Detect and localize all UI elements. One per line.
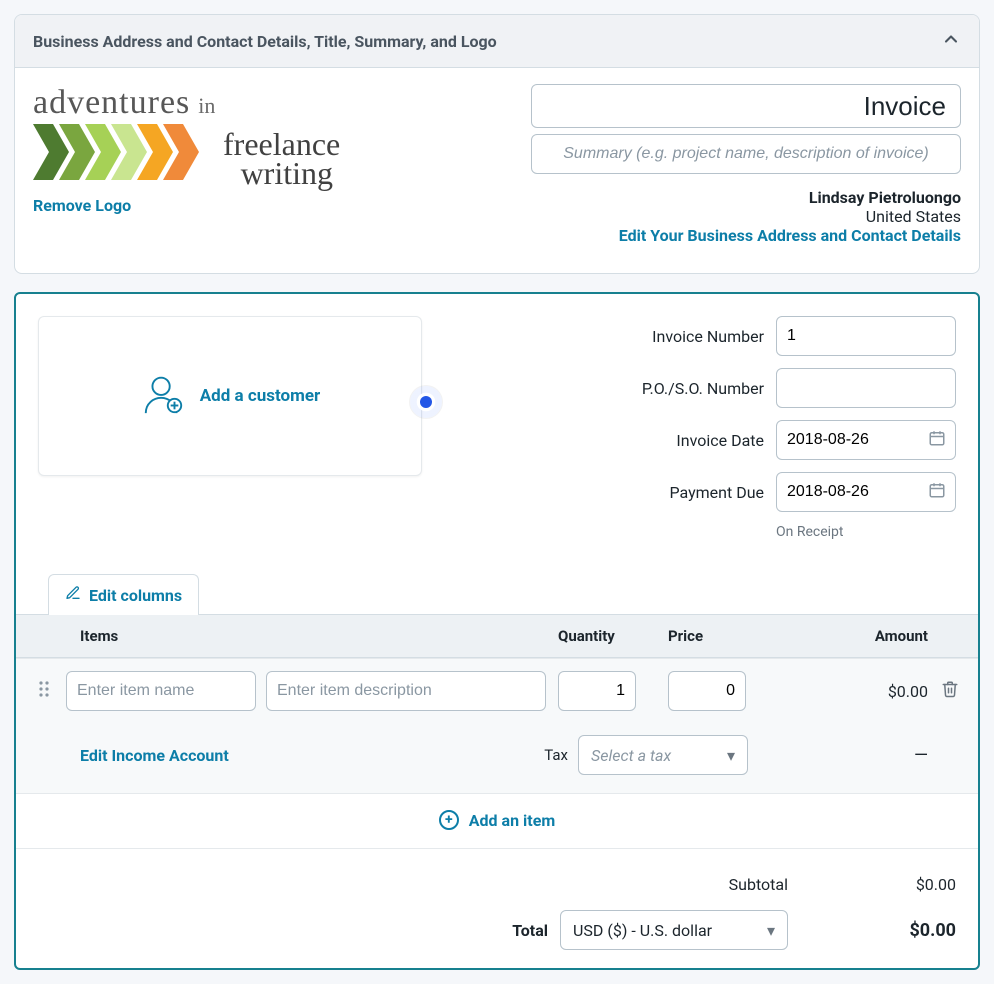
delete-item-button[interactable]: [928, 680, 972, 702]
invoice-date-label: Invoice Date: [676, 431, 764, 450]
table-row-wrap: $0.00 Edit Income Account Tax Select a t…: [16, 658, 978, 794]
accordion-header[interactable]: Business Address and Contact Details, Ti…: [15, 15, 979, 68]
calendar-icon[interactable]: [928, 481, 946, 503]
invoice-top: Add a customer Invoice Number P.O./S.O. …: [16, 294, 978, 550]
subtotal-value: $0.00: [788, 875, 956, 894]
po-number-label: P.O./S.O. Number: [642, 379, 764, 398]
business-name: Lindsay Pietroluongo: [531, 188, 961, 207]
business-location: United States: [531, 207, 961, 226]
th-price: Price: [668, 627, 778, 645]
invoice-summary-input[interactable]: [531, 134, 961, 174]
logo-section: adventures in freelance writing Remove L…: [33, 84, 333, 245]
invoice-title-input[interactable]: [531, 84, 961, 128]
edit-income-account-link[interactable]: Edit Income Account: [66, 746, 518, 765]
item-amount: $0.00: [778, 682, 928, 701]
totals-section: Subtotal $0.00 Total USD ($) - U.S. doll…: [16, 849, 978, 968]
edit-business-details-link[interactable]: Edit Your Business Address and Contact D…: [619, 226, 961, 245]
line-items-table: Items Quantity Price Amount $0.00: [16, 614, 978, 849]
accordion-title: Business Address and Contact Details, Ti…: [33, 32, 497, 51]
logo-text-adventures: adventures: [33, 84, 190, 122]
pencil-icon: [65, 585, 81, 605]
item-price-input[interactable]: [668, 671, 746, 711]
edit-columns-label: Edit columns: [89, 586, 182, 605]
table-row-extra: Edit Income Account Tax Select a tax ▾ —: [22, 735, 972, 775]
currency-display: USD ($) - U.S. dollar: [573, 921, 712, 940]
invoice-card: Add a customer Invoice Number P.O./S.O. …: [14, 292, 980, 970]
tax-label: Tax: [518, 746, 578, 764]
invoice-number-input[interactable]: [776, 316, 956, 356]
total-value: $0.00: [788, 920, 956, 941]
caret-down-icon: ▾: [767, 921, 775, 940]
payment-due-hint: On Receipt: [776, 524, 956, 540]
add-customer-button[interactable]: Add a customer: [38, 316, 422, 476]
business-details: Lindsay Pietroluongo United States Edit …: [531, 188, 961, 245]
drag-handle-icon[interactable]: [22, 680, 66, 702]
item-quantity-input[interactable]: [558, 671, 636, 711]
item-description-input[interactable]: [266, 671, 546, 711]
total-label: Total: [38, 921, 548, 940]
po-number-input[interactable]: [776, 368, 956, 408]
add-item-button[interactable]: + Add an item: [16, 794, 978, 849]
add-item-label: Add an item: [469, 811, 555, 830]
th-amount: Amount: [778, 627, 928, 645]
focus-indicator-icon: [410, 386, 442, 418]
invoice-number-row: Invoice Number: [642, 316, 956, 356]
business-logo: adventures in freelance writing: [33, 84, 333, 188]
tax-amount: —: [778, 745, 928, 766]
calendar-icon[interactable]: [928, 429, 946, 451]
item-name-input[interactable]: [66, 671, 256, 711]
invoice-date-row: Invoice Date: [642, 420, 956, 460]
currency-select[interactable]: USD ($) - U.S. dollar ▾: [560, 910, 788, 950]
business-details-card: Business Address and Contact Details, Ti…: [14, 14, 980, 274]
person-add-icon: [140, 371, 186, 422]
logo-script: freelance writing: [223, 130, 333, 188]
tax-select-placeholder: Select a tax: [591, 746, 671, 765]
tax-select[interactable]: Select a tax ▾: [578, 735, 748, 775]
logo-text-in: in: [198, 93, 215, 119]
subtotal-label: Subtotal: [548, 875, 788, 894]
invoice-meta-fields: Invoice Number P.O./S.O. Number Invoice …: [642, 316, 956, 540]
remove-logo-link[interactable]: Remove Logo: [33, 196, 131, 215]
subtotal-row: Subtotal $0.00: [38, 867, 956, 902]
add-customer-label: Add a customer: [200, 386, 320, 406]
title-section: Lindsay Pietroluongo United States Edit …: [531, 84, 961, 245]
caret-down-icon: ▾: [727, 746, 735, 765]
plus-circle-icon: +: [439, 810, 459, 830]
po-number-row: P.O./S.O. Number: [642, 368, 956, 408]
accordion-body: adventures in freelance writing Remove L…: [15, 68, 979, 273]
invoice-number-label: Invoice Number: [652, 327, 764, 346]
th-items: Items: [66, 627, 558, 645]
customer-section: Add a customer: [38, 316, 422, 476]
payment-due-label: Payment Due: [669, 483, 764, 502]
table-row: $0.00: [22, 671, 972, 711]
payment-due-row: Payment Due: [642, 472, 956, 512]
edit-columns-button[interactable]: Edit columns: [48, 574, 199, 615]
chevron-up-icon: [941, 29, 961, 53]
th-quantity: Quantity: [558, 627, 668, 645]
table-header: Items Quantity Price Amount: [16, 615, 978, 658]
